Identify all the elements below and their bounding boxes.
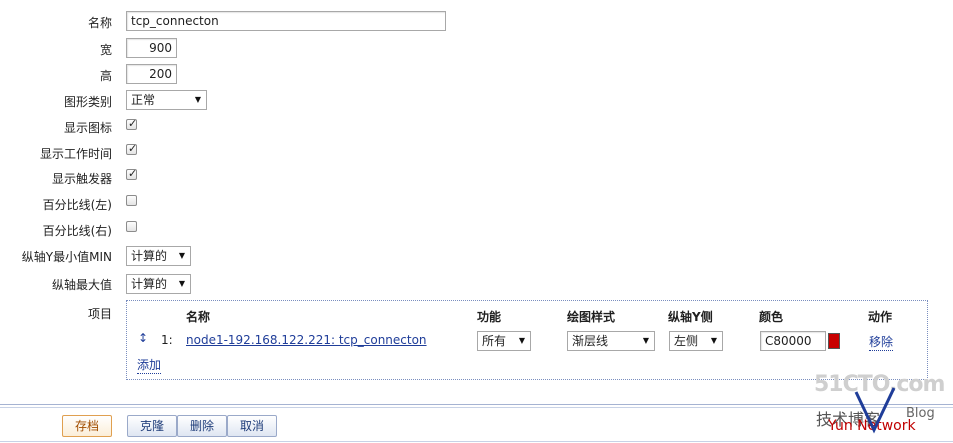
percentile-left-row: 百分比线(左) (0, 191, 953, 217)
width-input[interactable]: 900 (126, 38, 177, 58)
show-triggers-checkbox[interactable]: ✓ (126, 167, 138, 180)
percentile-right-checkbox[interactable] (126, 221, 137, 232)
items-header-action: 动作 (868, 310, 893, 324)
y-min-select[interactable]: 计算的 ▼ (126, 246, 191, 266)
name-label: 名称 (87, 16, 112, 30)
checkmark-icon: ✓ (128, 142, 138, 155)
height-label: 高 (99, 69, 112, 83)
show-legend-row: 显示图标 ✓ (0, 114, 953, 140)
cancel-button[interactable]: 取消 (227, 415, 277, 437)
show-legend-label: 显示图标 (63, 121, 112, 135)
items-header-function: 功能 (477, 310, 502, 324)
items-header-draw-style: 绘图样式 (567, 310, 616, 324)
items-label: 项目 (87, 307, 112, 321)
delete-button[interactable]: 删除 (177, 415, 227, 437)
graph-type-value: 正常 (131, 93, 156, 107)
y-max-row: 纵轴最大值 计算的 ▼ (0, 271, 953, 297)
y-max-value: 计算的 (131, 277, 168, 291)
height-input[interactable]: 200 (126, 64, 177, 84)
show-legend-checkbox[interactable]: ✓ (126, 117, 138, 130)
item-index: 1: (161, 333, 173, 347)
watermark-v-icon (854, 387, 896, 434)
percentile-right-row: 百分比线(右) (0, 217, 953, 243)
item-y-axis-side-select[interactable]: 左侧 ▼ (669, 331, 723, 351)
watermark-logo: 51CTO.com 技术博客 Blog Yun Network (810, 372, 950, 440)
save-button[interactable]: 存档 (62, 415, 112, 437)
width-label: 宽 (99, 43, 112, 57)
color-swatch[interactable] (828, 333, 840, 349)
y-min-row: 纵轴Y最小值MIN 计算的 ▼ (0, 243, 953, 269)
chevron-down-icon: ▼ (178, 251, 185, 260)
chevron-down-icon: ▼ (194, 95, 201, 104)
graph-type-select[interactable]: 正常 ▼ (126, 90, 207, 110)
item-draw-style-select[interactable]: 渐层线 ▼ (567, 331, 655, 351)
show-working-time-row: 显示工作时间 ✓ (0, 140, 953, 166)
remove-item-link[interactable]: 移除 (869, 333, 894, 351)
checkmark-icon: ✓ (128, 167, 138, 180)
show-working-time-checkbox[interactable]: ✓ (126, 142, 138, 155)
show-working-time-label: 显示工作时间 (39, 147, 112, 161)
item-name-link[interactable]: node1-192.168.122.221: tcp_connecton (186, 333, 427, 347)
item-y-axis-side-value: 左侧 (674, 334, 699, 348)
items-header-y-axis-side: 纵轴Y侧 (668, 310, 713, 324)
drag-handle-icon[interactable]: ↕ (138, 331, 148, 345)
items-header-name: 名称 (186, 310, 211, 324)
items-table: 名称 功能 绘图样式 纵轴Y侧 颜色 动作 ↕ 1: node1-192.168… (126, 300, 928, 380)
name-input[interactable]: tcp_connecton (126, 11, 446, 31)
item-draw-style-value: 渐层线 (572, 334, 609, 348)
add-item-link[interactable]: 添加 (137, 356, 162, 374)
items-header-color: 颜色 (759, 310, 784, 324)
checkmark-icon: ✓ (128, 117, 138, 130)
graph-type-row: 图形类别 正常 ▼ (0, 88, 953, 114)
show-triggers-label: 显示触发器 (51, 172, 112, 186)
width-row: 宽 900 (0, 36, 953, 62)
item-function-value: 所有 (482, 334, 507, 348)
clone-button[interactable]: 克隆 (127, 415, 177, 437)
item-color-input[interactable]: C80000 (760, 331, 826, 351)
height-row: 高 200 (0, 62, 953, 88)
graph-type-label: 图形类别 (63, 95, 112, 109)
percentile-left-label: 百分比线(左) (42, 198, 112, 212)
separator (0, 441, 953, 442)
name-row: 名称 tcp_connecton (0, 9, 953, 35)
y-min-value: 计算的 (131, 249, 168, 263)
chevron-down-icon: ▼ (518, 336, 525, 345)
percentile-left-checkbox[interactable] (126, 195, 137, 206)
chevron-down-icon: ▼ (178, 279, 185, 288)
y-min-label: 纵轴Y最小值MIN (21, 250, 112, 264)
y-max-select[interactable]: 计算的 ▼ (126, 274, 191, 294)
chevron-down-icon: ▼ (642, 336, 649, 345)
show-triggers-row: 显示触发器 ✓ (0, 165, 953, 191)
y-max-label: 纵轴最大值 (51, 278, 112, 292)
percentile-right-label: 百分比线(右) (42, 224, 112, 238)
chevron-down-icon: ▼ (710, 336, 717, 345)
item-function-select[interactable]: 所有 ▼ (477, 331, 531, 351)
